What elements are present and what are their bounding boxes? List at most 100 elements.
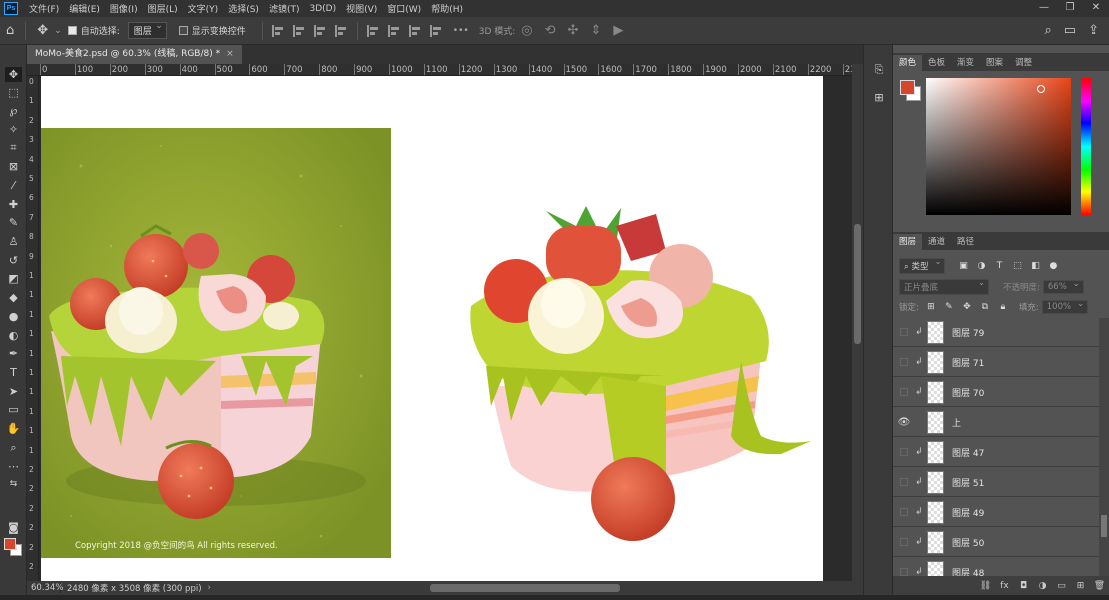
menu-select[interactable]: 选择(S) [223,2,264,15]
quick-mask-icon[interactable]: ◙ [5,520,22,535]
align-top-icon[interactable] [366,24,380,37]
type-tool-icon[interactable]: T [5,365,22,380]
distribute-icon[interactable] [334,24,348,37]
filter-pixel-icon[interactable]: ▣ [957,261,969,272]
tab-adjustments[interactable]: 调整 [1009,55,1038,71]
lock-position-icon[interactable]: ✥ [961,302,973,313]
menu-view[interactable]: 视图(V) [341,2,382,15]
close-tab-icon[interactable]: × [226,49,234,59]
align-bottom-icon[interactable] [408,24,422,37]
mask-icon[interactable]: ◘ [1014,581,1033,591]
lock-artboard-icon[interactable]: ⧉ [979,302,991,313]
layer-row[interactable]: ↲ 图层 71 [893,348,1099,377]
magic-wand-icon[interactable]: ✧ [5,122,22,137]
fx-icon[interactable]: fx [995,581,1014,591]
layer-row[interactable]: ↲ 图层 47 [893,438,1099,467]
trash-icon[interactable]: 🗑︎ [1090,581,1109,591]
dodge-tool-icon[interactable]: ◐ [5,328,22,343]
scrollbar-thumb[interactable] [854,224,861,344]
workspace-icon[interactable]: ▭ [1064,23,1076,38]
distribute-vertical-icon[interactable] [429,24,443,37]
layer-row[interactable]: ↲ 图层 48 [893,558,1099,576]
horizontal-ruler[interactable]: 0 100 200 300 400 500 600 700 800 900 1000 1100 1200… [27,64,852,76]
visibility-toggle[interactable] [900,448,908,456]
default-colors-icon[interactable]: ⇆ [5,477,22,492]
paint-bucket-icon[interactable]: ◆ [5,290,22,305]
visibility-toggle[interactable] [900,328,908,336]
roll-3d-icon[interactable]: ⟲ [545,23,556,38]
document-canvas[interactable]: Copyright 2018 @负空间的鸟 All rights reserve… [41,76,823,581]
tab-color[interactable]: 颜色 [893,55,923,71]
drag-3d-icon[interactable]: ✣ [568,23,579,38]
pen-tool-icon[interactable]: ✒ [5,346,22,361]
filter-toggle-icon[interactable]: ● [1047,261,1059,272]
marquee-tool-icon[interactable]: ⬚ [5,85,22,100]
visibility-toggle[interactable] [900,568,908,576]
tool-preset-chevron-icon[interactable]: ⌄ [54,26,62,36]
orbit-3d-icon[interactable]: ◎ [521,23,532,38]
menu-edit[interactable]: 编辑(E) [64,2,105,15]
layer-filter-dropdown[interactable]: ⌕ 类型 [899,257,946,274]
filter-type-icon[interactable]: T [993,261,1005,272]
more-tools-icon[interactable]: ⋯ [5,459,22,474]
menu-help[interactable]: 帮助(H) [426,2,468,15]
visibility-toggle[interactable] [900,358,908,366]
menu-3d[interactable]: 3D(D) [304,4,341,14]
auto-select-dropdown[interactable]: 图层 [127,21,167,39]
search-icon[interactable]: ⌕ [1045,23,1052,38]
tab-layers[interactable]: 图层 [893,234,923,250]
visibility-toggle[interactable] [900,478,908,486]
scrollbar-thumb[interactable] [1101,515,1107,537]
eraser-icon[interactable]: ◩ [5,271,22,286]
hand-tool-icon[interactable]: ✋ [5,421,22,436]
foreground-color[interactable] [4,538,16,550]
blend-mode-dropdown[interactable]: 正片叠底 [899,278,990,295]
more-options[interactable]: ••• [453,26,469,36]
lock-transparent-icon[interactable]: ⊞ [925,302,937,313]
tab-gradients[interactable]: 渐变 [951,55,980,71]
close-window-button[interactable]: ✕ [1083,0,1109,17]
scale-3d-icon[interactable]: ▶ [613,23,623,38]
new-layer-icon[interactable]: ⊞ [1071,581,1090,591]
lock-paint-icon[interactable]: ✎ [943,302,955,313]
zoom-tool-icon[interactable]: ⌕ [5,440,22,455]
lock-all-icon[interactable]: 🔒︎ [997,302,1009,313]
link-icon[interactable]: ⛓ [976,581,995,591]
layer-row[interactable]: 👁︎ 上 [893,408,1099,437]
layer-row[interactable]: ↲ 图层 51 [893,468,1099,497]
align-middle-icon[interactable] [387,24,401,37]
menu-file[interactable]: 文件(F) [24,2,64,15]
filter-smart-object-icon[interactable]: ◧ [1029,261,1041,272]
align-left-icon[interactable] [271,24,285,37]
tab-patterns[interactable]: 图案 [980,55,1009,71]
visibility-toggle[interactable] [900,538,908,546]
document-tab[interactable]: MoMo-美食2.psd @ 60.3% (线稿, RGB/8) * × [27,45,242,64]
history-panel-icon[interactable]: ⎘ [870,63,888,79]
vertical-ruler[interactable]: 0 1 2 3 4 5 6 7 8 9 1 1 1 1 1 1 1 1 1 1 2 2 2 2 2 2 [27,76,39,581]
align-right-icon[interactable] [313,24,327,37]
tab-paths[interactable]: 路径 [951,234,980,250]
layer-row[interactable]: ↲ 图层 50 [893,528,1099,557]
layer-row[interactable]: ↲ 图层 79 [893,318,1099,347]
vertical-scrollbar[interactable] [852,64,863,581]
filter-adjustment-icon[interactable]: ◑ [975,261,987,272]
frame-tool-icon[interactable]: ⊠ [5,159,22,174]
clone-stamp-icon[interactable]: ♙ [5,234,22,249]
home-icon[interactable]: ⌂ [6,23,14,38]
horizontal-scrollbar[interactable] [430,584,620,592]
panel-foreground-color[interactable] [900,80,915,95]
opacity-field[interactable]: 66% [1042,279,1084,294]
move-tool-icon[interactable]: ✥ [5,67,22,82]
lasso-tool-icon[interactable]: ℘ [5,103,22,118]
menu-layer[interactable]: 图层(L) [143,2,183,15]
folder-icon[interactable]: ▭ [1052,581,1071,591]
color-picker-field[interactable] [926,78,1071,215]
visibility-toggle[interactable] [900,508,908,516]
visibility-toggle[interactable] [900,388,908,396]
filter-shape-icon[interactable]: ⬚ [1011,261,1023,272]
fill-field[interactable]: 100% [1041,299,1089,314]
properties-panel-icon[interactable]: ⊞ [870,91,888,107]
slide-3d-icon[interactable]: ⇕ [590,23,601,38]
layer-row[interactable]: ↲ 图层 49 [893,498,1099,527]
crop-tool-icon[interactable]: ⌗ [5,140,22,155]
